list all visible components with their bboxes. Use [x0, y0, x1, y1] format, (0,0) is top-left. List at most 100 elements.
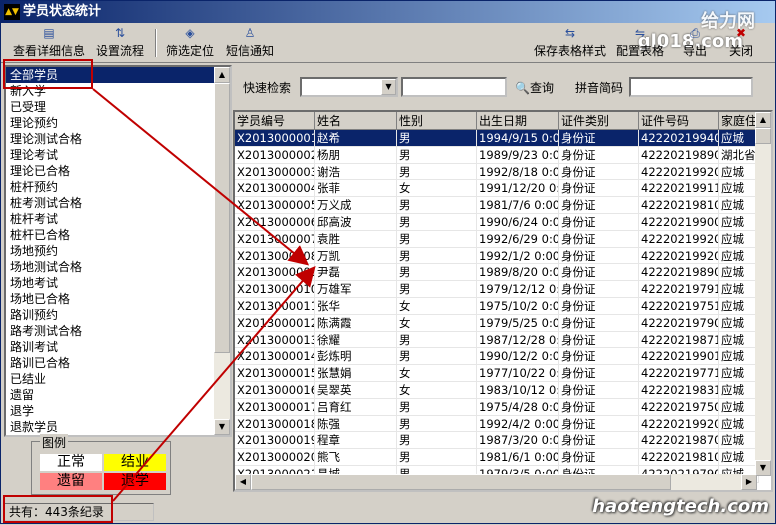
search-button[interactable]: 🔍查询	[515, 79, 554, 96]
table-hscroll-thumb[interactable]	[251, 474, 671, 490]
table-cell: X2013000017	[235, 398, 315, 416]
column-header[interactable]: 证件类别	[559, 112, 639, 130]
column-header[interactable]: 姓名	[315, 112, 397, 130]
status-list-item[interactable]: 退学	[6, 403, 216, 419]
column-header[interactable]: 性别	[397, 112, 477, 130]
table-scroll-down[interactable]: ▼	[755, 460, 771, 476]
column-header[interactable]: 家庭住	[719, 112, 759, 130]
table-vscrollbar[interactable]: ▲ ▼	[755, 112, 771, 476]
column-header[interactable]: 学员编号	[235, 112, 315, 130]
table-cell: 应城	[719, 247, 759, 265]
table-cell: 应城	[719, 449, 759, 466]
filter-locate-button[interactable]: ◈ 筛选定位	[163, 25, 217, 61]
table-row[interactable]: X2013000019 程章男 1987/3/20 0:0 身份证 4222021987…	[235, 432, 759, 450]
status-list-item[interactable]: 场地测试合格	[6, 259, 216, 275]
table-row[interactable]: X2013000013 徐耀男 1987/12/28 0: 身份证 4222021987…	[235, 331, 759, 349]
pinyin-input[interactable]	[629, 77, 753, 97]
table-cell: 4222021994091	[639, 130, 719, 147]
scroll-down-arrow[interactable]: ▼	[214, 419, 230, 435]
scroll-thumb[interactable]	[214, 83, 230, 353]
table-row[interactable]: X2013000017 吕育红男 1975/4/28 0:0 身份证 422202197…	[235, 398, 759, 416]
status-list-item[interactable]: 路训考试	[6, 339, 216, 355]
table-hscrollbar[interactable]: ◀ ▶	[235, 474, 757, 490]
table-cell: 男	[397, 449, 477, 466]
scroll-up-arrow[interactable]: ▲	[214, 67, 230, 83]
status-list-scrollbar[interactable]: ▲ ▼	[214, 67, 230, 435]
table-row[interactable]: X2013000002 杨朋男 1989/9/23 0:0 身份证 4222021989…	[235, 146, 759, 164]
app-icon: ▲▼	[4, 4, 20, 20]
table-cell: 张菲	[315, 180, 397, 198]
table-row[interactable]: X2013000005 万义成男 1981/7/6 0:00 身份证 422202198…	[235, 197, 759, 214]
table-row[interactable]: X2013000020 熊飞男 1981/6/1 0:00 身份证 4222021981…	[235, 449, 759, 466]
status-list-item[interactable]: 场地预约	[6, 243, 216, 259]
column-header[interactable]: 证件号码	[639, 112, 719, 130]
close-button[interactable]: ✖ 关闭	[723, 25, 759, 61]
table-row[interactable]: X2013000010 万雄军男 1979/12/12 0: 身份证 422202197…	[235, 281, 759, 298]
table-cell: 身份证	[559, 146, 639, 164]
table-row[interactable]: X2013000012 陈满霞女 1979/5/25 0:0 身份证 422202197…	[235, 314, 759, 332]
table-cell: 男	[397, 213, 477, 231]
table-scroll-right[interactable]: ▶	[741, 474, 757, 490]
table-row[interactable]: X2013000007 袁胜男 1992/6/29 0:0 身份证 4222021992…	[235, 230, 759, 248]
table-cell: 男	[397, 281, 477, 298]
table-cell: 男	[397, 230, 477, 248]
table-cell: 1992/1/2 0:00	[477, 247, 559, 265]
table-cell: X2013000016	[235, 381, 315, 399]
table-cell: 身份证	[559, 381, 639, 399]
table-row[interactable]: X2013000006 邱高波男 1990/6/24 0:0 身份证 422202199…	[235, 213, 759, 231]
chevron-down-icon[interactable]: ▼	[381, 79, 396, 95]
search-field-dropdown[interactable]: ▼	[300, 77, 398, 97]
flow-icon: ⇅	[114, 26, 126, 40]
status-list-item[interactable]: 已结业	[6, 371, 216, 387]
setup-flow-button[interactable]: ⇅ 设置流程	[93, 25, 147, 61]
table-header: 学员编号 姓名 性别 出生日期 证件类别 证件号码 家庭住	[235, 112, 759, 130]
search-input[interactable]	[401, 77, 507, 97]
view-detail-button[interactable]: ▤ 查看详细信息	[11, 25, 87, 61]
table-cell: X2013000004	[235, 180, 315, 198]
table-cell: X2013000014	[235, 348, 315, 366]
status-list-item[interactable]: 路训已合格	[6, 355, 216, 371]
table-row[interactable]: X2013000001 赵希男 1994/9/15 0:0 身份证 4222021994…	[235, 130, 759, 147]
status-list-item[interactable]: 场地考试	[6, 275, 216, 291]
table-cell: 1981/6/1 0:00	[477, 449, 559, 466]
status-list-item[interactable]: 桩杆已合格	[6, 227, 216, 243]
table-row[interactable]: X2013000009 尹磊男 1989/8/20 0:0 身份证 4222021989…	[235, 264, 759, 282]
search-row: 快速检索 ▼ 🔍查询 拼音简码	[235, 75, 775, 99]
table-row[interactable]: X2013000018 陈强男 1992/4/2 0:00 身份证 4222021992…	[235, 415, 759, 433]
table-cell: X2013000002	[235, 146, 315, 164]
status-list-item[interactable]: 桩杆预约	[6, 179, 216, 195]
table-row[interactable]: X2013000015 张慧娟女 1977/10/22 0: 身份证 422202197…	[235, 365, 759, 382]
table-cell: 4222021987122	[639, 331, 719, 349]
save-table-style-button[interactable]: ⇆ 保存表格样式	[531, 25, 609, 61]
table-row[interactable]: X2013000003 谢浩男 1992/8/18 0:0 身份证 4222021992…	[235, 163, 759, 181]
status-list-item[interactable]: 场地已合格	[6, 291, 216, 307]
status-list-item[interactable]: 路考测试合格	[6, 323, 216, 339]
status-list-item[interactable]: 理论预约	[6, 115, 216, 131]
status-list-item[interactable]: 理论测试合格	[6, 131, 216, 147]
title-bar[interactable]: ▲▼ 学员状态统计	[1, 1, 775, 23]
table-cell: 4222021990062	[639, 213, 719, 231]
table-row[interactable]: X2013000016 吴翠英女 1983/10/12 0: 身份证 422202198…	[235, 381, 759, 399]
column-header[interactable]: 出生日期	[477, 112, 559, 130]
sms-notify-button[interactable]: ♙ 短信通知	[223, 25, 277, 61]
table-scroll-up[interactable]: ▲	[755, 112, 771, 128]
export-button[interactable]: ⎙ 导出	[677, 25, 713, 61]
table-row[interactable]: X2013000008 万凯男 1992/1/2 0:00 身份证 4222021992…	[235, 247, 759, 265]
table-cell: 4222021992010	[639, 247, 719, 265]
table-row[interactable]: X2013000004 张菲女 1991/12/20 0: 身份证 4222021991…	[235, 180, 759, 198]
status-list-item[interactable]: 路训预约	[6, 307, 216, 323]
table-row[interactable]: X2013000014 彭炼明男 1990/12/2 0:0 身份证 422202199…	[235, 348, 759, 366]
status-list-item[interactable]: 退款学员	[6, 419, 216, 435]
table-cell: 身份证	[559, 180, 639, 198]
status-list-item[interactable]: 桩杆考试	[6, 211, 216, 227]
status-list-item[interactable]: 遗留	[6, 387, 216, 403]
status-list-item[interactable]: 理论已合格	[6, 163, 216, 179]
status-list-item[interactable]: 桩考测试合格	[6, 195, 216, 211]
table-row[interactable]: X2013000011 张华女 1975/10/2 0:0 身份证 4222021975…	[235, 297, 759, 315]
table-scroll-thumb[interactable]	[755, 128, 771, 144]
config-table-button[interactable]: ⇋ 配置表格	[613, 25, 667, 61]
table-cell: 身份证	[559, 331, 639, 349]
status-list-item[interactable]: 理论考试	[6, 147, 216, 163]
table-scroll-left[interactable]: ◀	[235, 474, 251, 490]
status-list-item[interactable]: 已受理	[6, 99, 216, 115]
